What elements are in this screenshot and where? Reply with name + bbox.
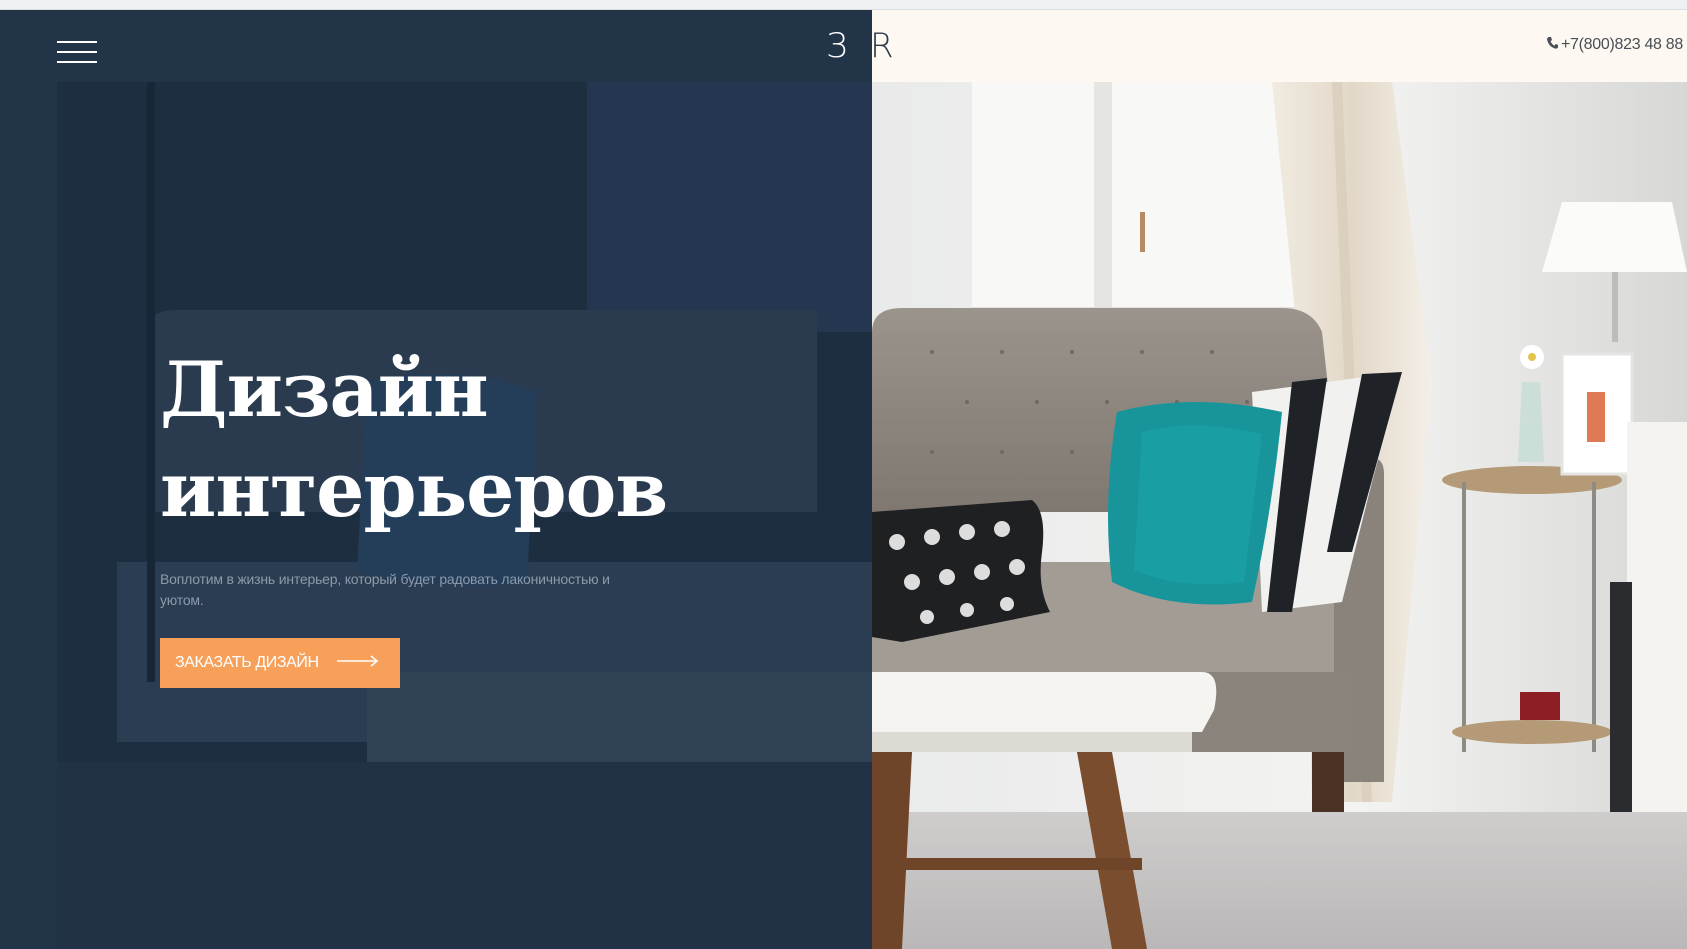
logo-letter-left: З bbox=[826, 26, 848, 66]
long-arrow-right-icon bbox=[336, 654, 379, 672]
hero-photo bbox=[872, 82, 1687, 949]
hero-title-line-1: Дизайн bbox=[160, 345, 489, 434]
header-phone[interactable]: +7(800)823 48 88 bbox=[1547, 36, 1683, 54]
order-design-button[interactable]: ЗАКАЗАТЬ ДИЗАЙН bbox=[160, 638, 400, 688]
logo-letter-right: R bbox=[870, 26, 894, 66]
hero-title: Дизайн интерьеров bbox=[160, 340, 668, 540]
brand-logo[interactable]: З R bbox=[826, 26, 896, 66]
hamburger-menu-icon[interactable] bbox=[57, 41, 97, 65]
phone-number: +7(800)823 48 88 bbox=[1561, 36, 1683, 53]
order-design-button-label: ЗАКАЗАТЬ ДИЗАЙН bbox=[175, 654, 319, 671]
hero-subtitle: Воплотим в жизнь интерьер, который будет… bbox=[160, 571, 610, 608]
phone-icon bbox=[1547, 37, 1559, 52]
hero-title-line-2: интерьеров bbox=[160, 445, 668, 534]
browser-top-border bbox=[0, 0, 1687, 10]
